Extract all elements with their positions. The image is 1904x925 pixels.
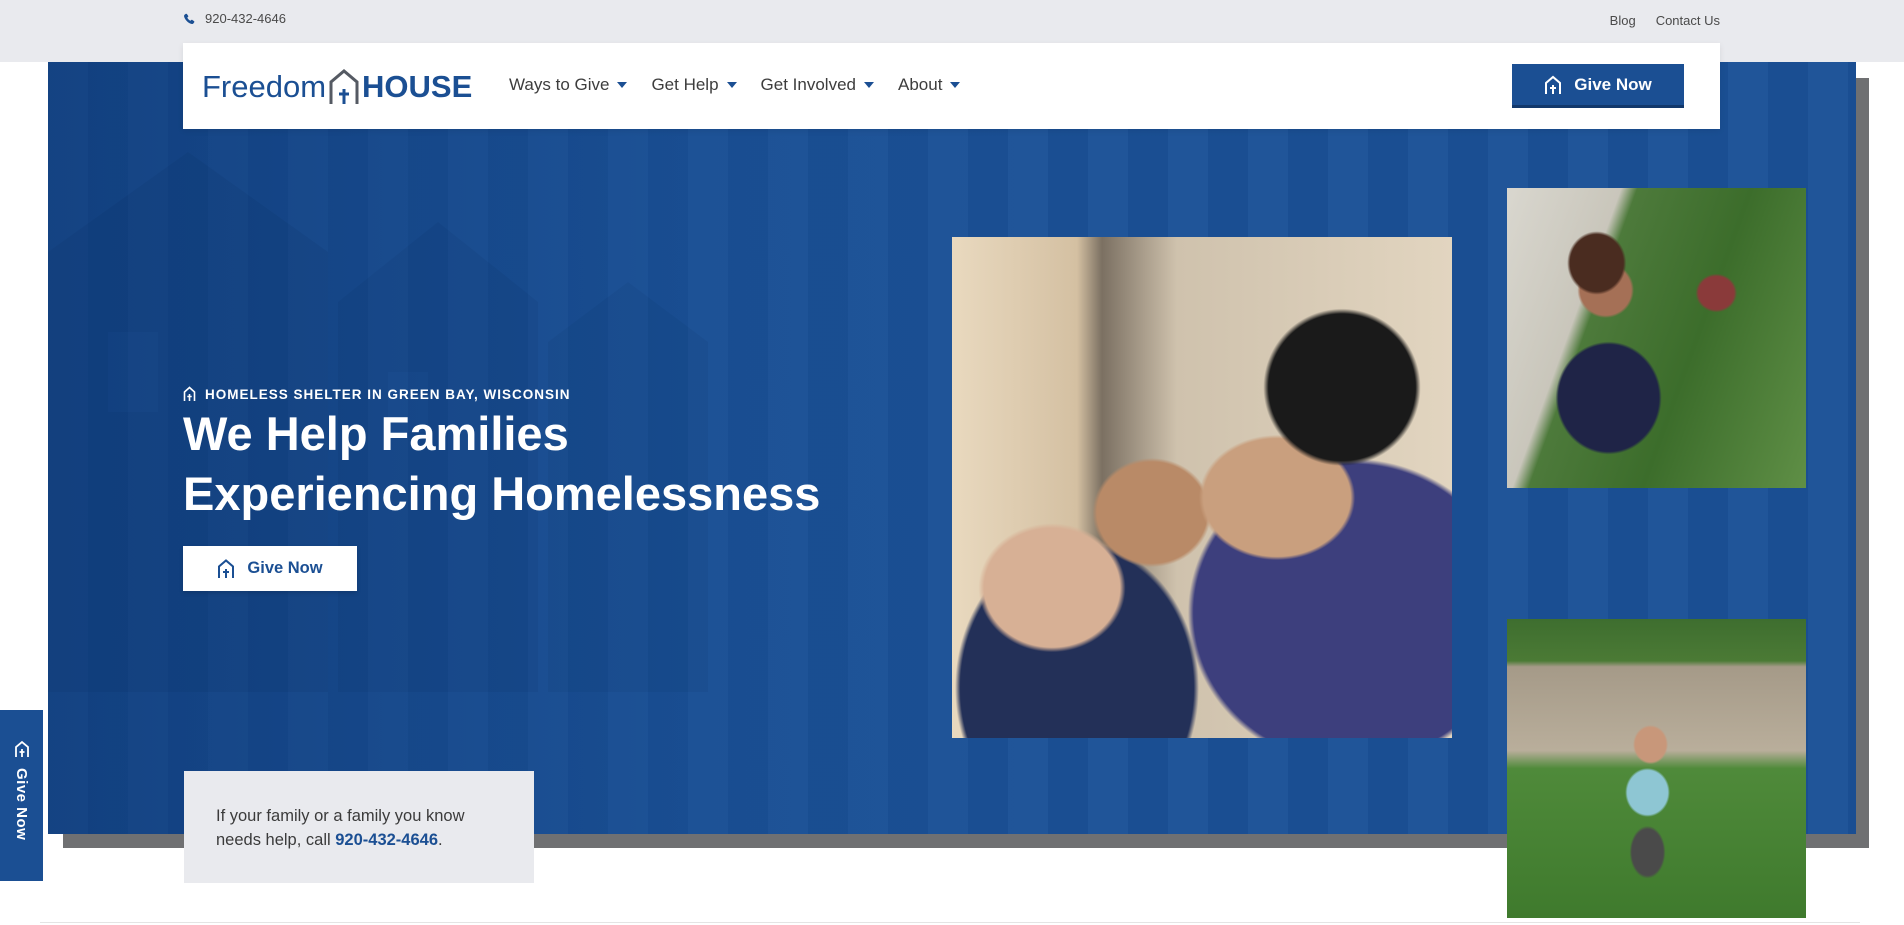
help-phone-link[interactable]: 920-432-4646	[335, 831, 438, 849]
family-photo	[952, 237, 1452, 738]
divider	[40, 922, 1860, 923]
eyebrow-text: HOMELESS SHELTER IN GREEN BAY, WISCONSIN	[205, 386, 571, 402]
caret-down-icon	[617, 82, 628, 88]
nav-label: Ways to Give	[509, 75, 610, 94]
hero-give-now-button[interactable]: Give Now	[183, 546, 357, 591]
house-icon	[218, 559, 235, 578]
main-nav: Ways to Give Get Help Get Involved About	[509, 75, 961, 95]
nav-about[interactable]: About	[898, 75, 961, 95]
logo-text-house: HOUSE	[362, 69, 473, 104]
phone-icon	[184, 13, 195, 24]
freedom-house-logo[interactable]: Freedom HOUSE	[202, 65, 472, 105]
caret-down-icon	[864, 82, 874, 88]
side-give-now-tab[interactable]: Give Now	[0, 710, 43, 881]
page: 920-432-4646 Blog Contact Us Freedom HOU…	[0, 0, 1904, 925]
house-icon	[329, 69, 359, 104]
headline-line-2: Experiencing Homelessness	[183, 467, 821, 520]
caret-down-icon	[950, 82, 961, 88]
caret-down-icon	[726, 82, 737, 88]
house-icon	[183, 386, 196, 401]
topbar-links: Blog Contact Us	[1610, 13, 1720, 28]
toddler-garden-photo	[1507, 188, 1806, 488]
header-give-now-button[interactable]: Give Now	[1512, 64, 1684, 108]
nav-ways-to-give[interactable]: Ways to Give	[509, 75, 628, 95]
contact-us-link[interactable]: Contact Us	[1656, 13, 1720, 28]
topbar-phone[interactable]: 920-432-4646	[183, 11, 286, 26]
headline-line-1: We Help Families	[183, 407, 569, 460]
help-callout: If your family or a family you know need…	[184, 771, 534, 883]
button-label: Give Now	[1574, 74, 1652, 94]
nav-label: Get Involved	[760, 75, 856, 94]
boy-waving-photo	[1507, 619, 1806, 918]
nav-get-involved[interactable]: Get Involved	[761, 75, 874, 95]
nav-label: Get Help	[651, 75, 719, 94]
main-header: Freedom HOUSE Ways to Give Get Help Get …	[183, 43, 1720, 129]
button-label: Give Now	[247, 559, 323, 577]
nav-get-help[interactable]: Get Help	[651, 75, 737, 95]
help-text-end: .	[438, 831, 443, 849]
logo-text-freedom: Freedom	[202, 69, 327, 104]
nav-label: About	[898, 75, 943, 94]
house-icon	[1545, 75, 1562, 94]
topbar-phone-number[interactable]: 920-432-4646	[205, 11, 286, 26]
hero-eyebrow: HOMELESS SHELTER IN GREEN BAY, WISCONSIN	[183, 386, 571, 402]
side-tab-label: Give Now	[13, 768, 30, 841]
blog-link[interactable]: Blog	[1610, 13, 1636, 28]
hero-headline: We Help Families Experiencing Homelessne…	[183, 404, 943, 524]
house-icon	[14, 740, 29, 757]
